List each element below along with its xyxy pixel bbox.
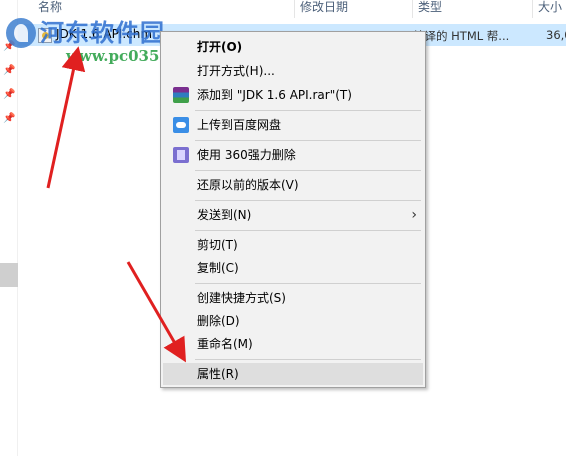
menu-item-label: 剪切(T) [197,238,238,252]
column-header-type[interactable]: 类型 [414,0,532,18]
menu-item-open-with[interactable]: 打开方式(H)... [163,60,423,82]
menu-item-delete[interactable]: 删除(D) [163,310,423,332]
menu-separator [195,110,421,111]
watermark-title: 河东软件园 [40,18,165,47]
menu-item-label: 重命名(M) [197,337,253,351]
context-menu: 打开(O) 打开方式(H)... 添加到 "JDK 1.6 API.rar"(T… [160,31,426,388]
menu-item-add-to-archive[interactable]: 添加到 "JDK 1.6 API.rar"(T) [163,84,423,106]
pin-icon[interactable]: 📌 [3,90,15,100]
navigation-pane: 📌 📌 📌 📌 [0,0,18,456]
menu-item-rename[interactable]: 重命名(M) [163,333,423,355]
menu-item-label: 上传到百度网盘 [197,118,282,132]
menu-item-label: 发送到(N) [197,208,252,222]
menu-item-upload-baidu[interactable]: 上传到百度网盘 [163,114,423,136]
menu-item-shred-360[interactable]: 使用 360强力删除 [163,144,423,166]
nav-selected-item[interactable] [0,263,18,287]
menu-item-label: 打开方式(H)... [197,64,275,78]
menu-separator [195,140,421,141]
menu-item-properties[interactable]: 属性(R) [163,363,423,385]
shredder-icon [173,147,189,163]
pin-icon[interactable]: 📌 [3,114,15,124]
file-type: 编译的 HTML 帮... [413,29,510,43]
watermark-logo-icon [6,18,36,48]
column-divider[interactable] [294,0,295,18]
menu-item-restore-versions[interactable]: 还原以前的版本(V) [163,174,423,196]
chevron-right-icon: › [411,207,417,223]
menu-item-cut[interactable]: 剪切(T) [163,234,423,256]
menu-separator [195,283,421,284]
winrar-icon [173,87,189,103]
menu-separator [195,200,421,201]
menu-item-copy[interactable]: 复制(C) [163,257,423,279]
menu-separator [195,359,421,360]
menu-item-label: 创建快捷方式(S) [197,291,286,305]
menu-item-open[interactable]: 打开(O) [163,36,423,58]
menu-item-label: 打开(O) [197,40,243,54]
column-divider[interactable] [412,0,413,18]
menu-item-label: 复制(C) [197,261,239,275]
menu-item-label: 添加到 "JDK 1.6 API.rar"(T) [197,88,352,102]
menu-item-label: 删除(D) [197,314,240,328]
menu-item-label: 使用 360强力删除 [197,148,296,162]
menu-item-label: 还原以前的版本(V) [197,178,299,192]
column-header-modified[interactable]: 修改日期 [296,0,412,18]
menu-item-send-to[interactable]: 发送到(N) › [163,204,423,226]
file-size: 36,0 [546,28,566,42]
menu-item-label: 属性(R) [197,367,239,381]
column-divider[interactable] [532,0,533,18]
menu-separator [195,170,421,171]
column-header-size[interactable]: 大小 [534,0,566,18]
menu-item-create-shortcut[interactable]: 创建快捷方式(S) [163,287,423,309]
pin-icon[interactable]: 📌 [3,66,15,76]
baidu-cloud-icon [173,117,189,133]
menu-separator [195,230,421,231]
arrow-to-file [46,46,86,189]
